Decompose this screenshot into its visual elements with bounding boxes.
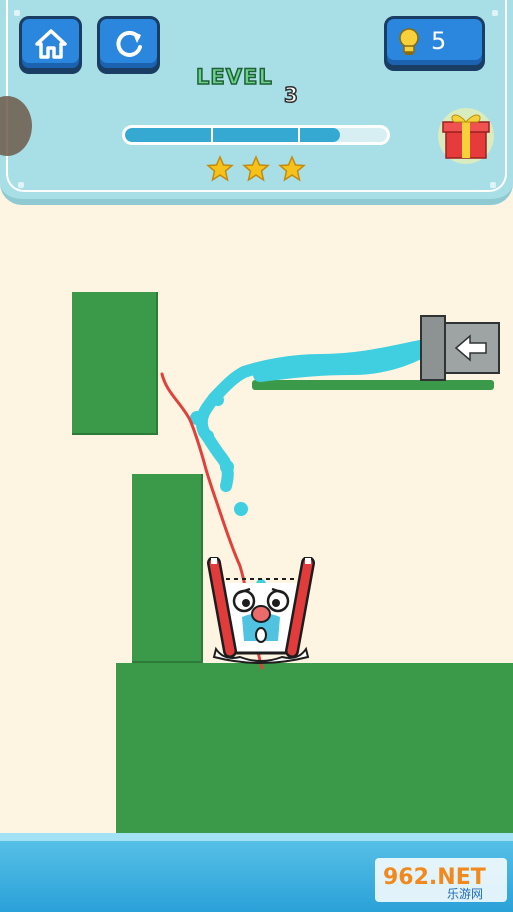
watermark-logo: 962.NET 乐游网 [375, 858, 507, 902]
drawn-line [160, 372, 264, 670]
cup-character [207, 557, 315, 664]
watermark-sub-text: 乐游网 [447, 887, 483, 901]
